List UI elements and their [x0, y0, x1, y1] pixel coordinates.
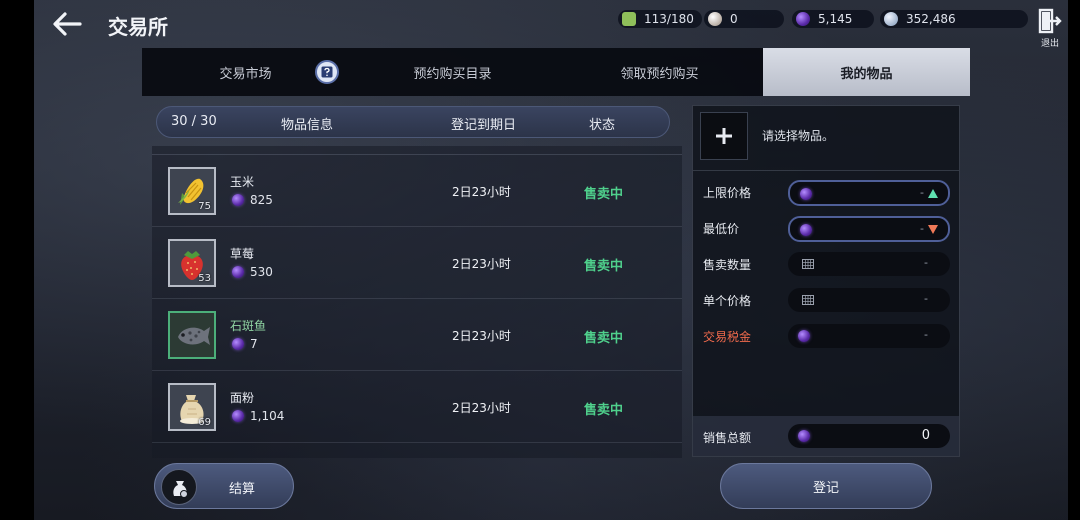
screen-edge-left [0, 0, 34, 520]
status-badge: 售卖中 [584, 403, 624, 418]
item-expiry: 2日23小时 [452, 185, 511, 199]
form-divider [693, 170, 959, 171]
item-thumbnail: 75 [168, 167, 216, 215]
list-item[interactable]: 69 面粉 1,104 2日23小时 售卖中 [152, 371, 682, 443]
plus-icon [716, 128, 732, 144]
item-name: 草莓 [230, 247, 255, 261]
page-title: 交易所 [108, 15, 168, 39]
inventory-capacity: 113/180 [618, 10, 702, 28]
sales-total-field: 0 [788, 424, 950, 448]
unit-price-field[interactable]: - [788, 288, 950, 312]
item-expiry: 2日23小时 [452, 329, 511, 343]
item-expiry: 2日23小时 [452, 257, 511, 271]
back-button[interactable] [50, 8, 84, 40]
unit-price-label: 单个价格 [703, 294, 752, 308]
tab-bar: 交易市场 预约购买目录 领取预约购买 我的物品 [142, 48, 970, 96]
tab-claim-reserved[interactable]: 领取预约购买 [556, 48, 763, 96]
trade-tax-field: - [788, 324, 950, 348]
item-price: 1,104 [250, 409, 285, 423]
trade-tax-label: 交易税金 [703, 330, 752, 344]
list-header: 30 / 30 物品信息 登记到期日 状态 [156, 106, 670, 138]
sell-quantity-label: 售卖数量 [703, 258, 752, 272]
keypad-icon [802, 295, 814, 305]
max-price-label: 上限价格 [703, 186, 752, 200]
item-count: 30 / 30 [171, 114, 217, 129]
help-book-icon[interactable] [315, 60, 339, 84]
exit-door-icon [1038, 8, 1062, 34]
list-item[interactable]: 53 草莓 530 2日23小时 售卖中 [152, 227, 682, 299]
column-expiry: 登记到期日 [451, 118, 517, 133]
purple-gem-icon [800, 224, 812, 236]
purple-gem-icon [800, 188, 812, 200]
item-price: 7 [250, 337, 258, 351]
add-item-button[interactable] [700, 112, 748, 160]
status-badge: 售卖中 [584, 259, 624, 274]
column-status: 状态 [589, 118, 616, 133]
pearl-icon [708, 12, 722, 26]
grouper-fish-icon [178, 327, 210, 345]
item-name: 面粉 [230, 391, 255, 405]
decrease-arrow-icon[interactable] [928, 225, 938, 234]
item-expiry: 2日23小时 [452, 401, 511, 415]
purple-gem-icon [798, 430, 810, 442]
item-price: 530 [250, 265, 273, 279]
item-name: 石斑鱼 [230, 319, 267, 333]
backpack-icon [622, 12, 636, 26]
pearl-counter: 0 [704, 10, 784, 28]
silver-coin-icon [884, 12, 898, 26]
item-thumbnail [168, 311, 216, 359]
item-name: 玉米 [230, 175, 255, 189]
status-badge: 售卖中 [584, 187, 624, 202]
exit-label: 退出 [1040, 39, 1059, 49]
gem-counter: 5,145 [792, 10, 874, 28]
purple-gem-icon [232, 266, 244, 278]
silver-counter: 352,486 [880, 10, 1028, 28]
register-button[interactable]: 登记 [720, 463, 932, 509]
exit-button[interactable]: 退出 [1036, 8, 1064, 49]
tab-reserve-catalog[interactable]: 预约购买目录 [349, 48, 556, 96]
money-bag-icon [161, 469, 197, 505]
item-thumbnail: 69 [168, 383, 216, 431]
max-price-field[interactable]: - [788, 180, 950, 206]
sales-total-label: 销售总额 [703, 431, 752, 445]
purple-gem-icon [798, 330, 810, 342]
column-item-info: 物品信息 [281, 118, 334, 133]
increase-arrow-icon[interactable] [928, 189, 938, 198]
sales-total-value: 0 [921, 428, 930, 443]
item-thumbnail: 53 [168, 239, 216, 287]
settle-button[interactable]: 结算 [154, 463, 294, 509]
back-arrow-icon [53, 12, 82, 36]
min-price-label: 最低价 [703, 222, 740, 236]
min-price-field[interactable]: - [788, 216, 950, 242]
purple-gem-icon [232, 338, 244, 350]
purple-gem-icon [796, 12, 810, 26]
item-price: 825 [250, 193, 273, 207]
purple-gem-icon [232, 194, 244, 206]
status-badge: 售卖中 [584, 331, 624, 346]
list-item[interactable]: 石斑鱼 7 2日23小时 售卖中 [152, 299, 682, 371]
tab-my-items[interactable]: 我的物品 [763, 48, 970, 96]
keypad-icon [802, 259, 814, 269]
list-item[interactable]: 75 玉米 825 2日23小时 售卖中 [152, 155, 682, 227]
purple-gem-icon [232, 410, 244, 422]
screen-edge-right [1068, 0, 1080, 520]
select-item-hint: 请选择物品。 [762, 129, 835, 143]
settle-label: 结算 [229, 482, 256, 497]
sell-quantity-field[interactable]: - [788, 252, 950, 276]
